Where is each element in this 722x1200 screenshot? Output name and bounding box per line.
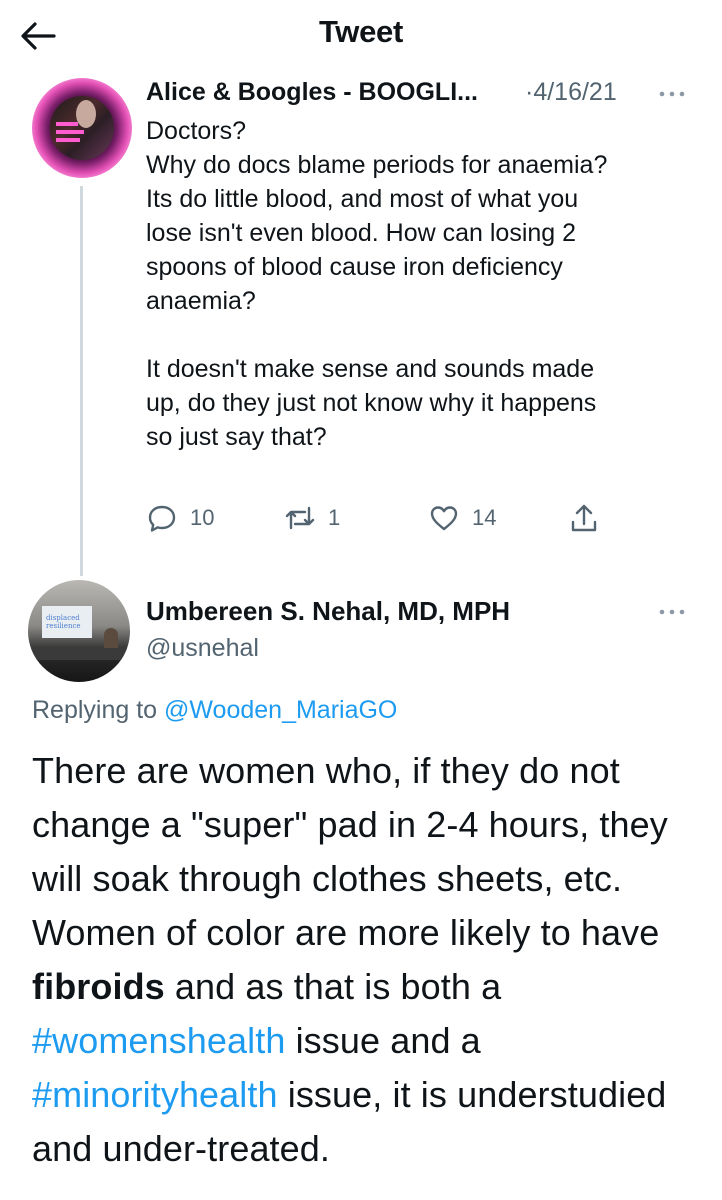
avatar[interactable]: displaced resilience (28, 580, 130, 682)
tweet-line: up, do they just not know why it happens (146, 389, 597, 417)
page-title: Tweet (318, 14, 404, 49)
tweet-text-part: There are women who, if they do not chan… (32, 750, 668, 953)
replying-prefix: Replying to (32, 696, 158, 724)
more-dots-icon (659, 609, 685, 615)
tweet-author[interactable]: Alice & Boogles - BOOGLI... (146, 78, 478, 114)
tweet-text-bold: fibroids (32, 966, 165, 1007)
retweet-icon (285, 506, 315, 530)
avatar-slide-text: displaced resilience (46, 614, 81, 630)
tweet-line: spoons of blood cause iron deficiency (146, 253, 563, 281)
heart-icon (430, 506, 458, 531)
replying-to: Replying to @Wooden_MariaGO (32, 696, 397, 725)
tweet-line: It doesn't make sense and sounds made (146, 355, 595, 383)
author-handle[interactable]: @usnehal (146, 634, 259, 663)
tweet-text-part: issue and a (285, 1020, 481, 1061)
like-count: 14 (472, 505, 497, 530)
reply-icon (148, 505, 176, 532)
hashtag-link[interactable]: #womenshealth (32, 1020, 285, 1061)
like-button[interactable]: 14 (428, 500, 496, 536)
tweet-actions: 10 1 14 (146, 500, 626, 536)
avatar-detail (56, 122, 78, 126)
tweet-line: Why do docs blame periods for anaemia? (146, 151, 608, 179)
tweet-text-part: and as that is both a (164, 966, 502, 1007)
replying-handle-link[interactable]: @Wooden_MariaGO (164, 696, 397, 724)
more-options-button[interactable] (654, 600, 690, 624)
more-dots-icon (659, 91, 685, 97)
thread-connector (80, 186, 83, 576)
avatar-table (28, 648, 130, 660)
more-options-button[interactable] (654, 82, 690, 106)
avatar-detail (56, 138, 80, 142)
reply-button[interactable]: 10 (146, 500, 214, 536)
tweet-text: There are women who, if they do not chan… (32, 744, 712, 1176)
retweet-button[interactable]: 1 (284, 500, 340, 536)
retweet-count: 1 (328, 505, 341, 530)
avatar-detail (56, 130, 84, 134)
avatar[interactable] (32, 78, 132, 178)
tweet-line: Doctors? (146, 117, 247, 145)
tweet-line: Its do little blood, and most of what yo… (146, 185, 579, 213)
avatar-face (76, 100, 96, 128)
share-button[interactable] (568, 500, 600, 536)
top-bar: Tweet (0, 0, 722, 68)
tweet-line: lose isn't even blood. How can losing 2 (146, 219, 577, 247)
tweet-line: anaemia? (146, 287, 256, 315)
avatar-slide: displaced resilience (42, 606, 92, 638)
share-icon (571, 504, 597, 532)
tweet-date[interactable]: ·4/16/21 (525, 78, 617, 107)
hashtag-link[interactable]: #minorityhealth (32, 1074, 278, 1115)
author-name[interactable]: Umbereen S. Nehal, MD, MPH (146, 596, 510, 627)
tweet-line: so just say that? (146, 423, 327, 451)
tweet-text: Doctors? Why do docs blame periods for a… (146, 114, 706, 454)
reply-count: 10 (190, 505, 215, 530)
author-name[interactable]: Alice & Boogles - BOOGLI... (146, 78, 478, 106)
